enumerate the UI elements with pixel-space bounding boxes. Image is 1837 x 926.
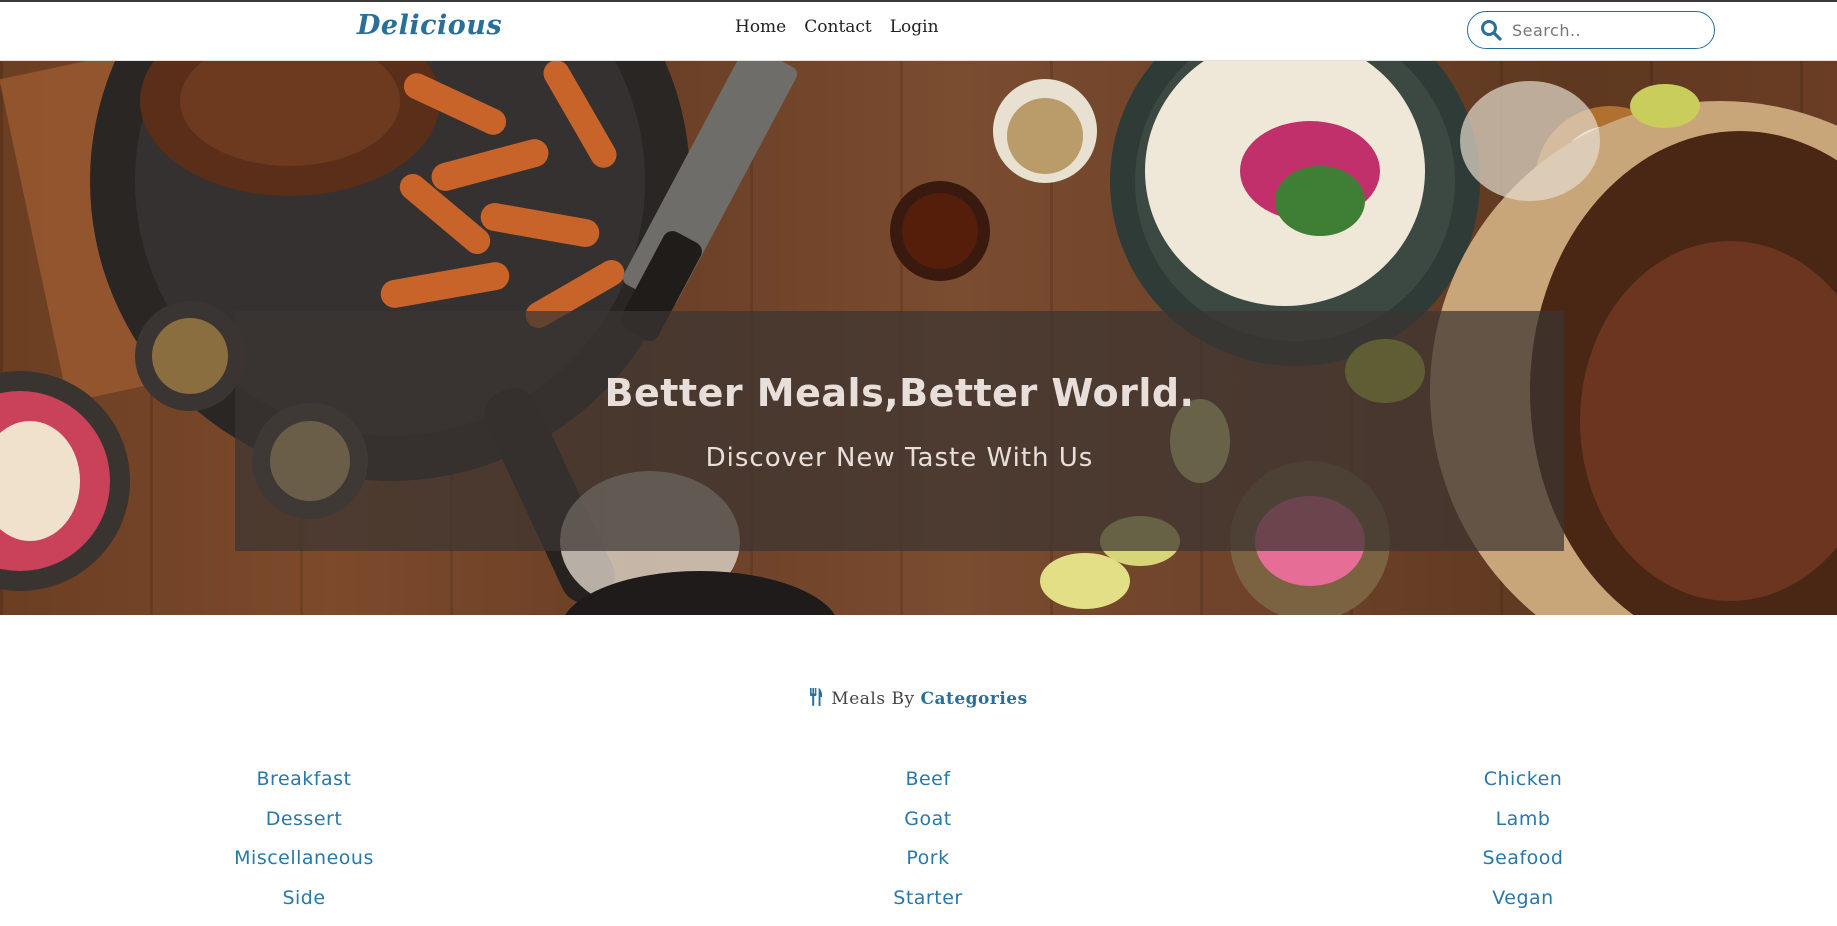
navbar: Delicious Home Contact Login — [0, 2, 1837, 61]
categories-heading-prefix: Meals By — [831, 689, 914, 709]
hero-banner: Better Meals,Better World. Discover New … — [0, 61, 1837, 615]
category-link-lamb[interactable]: Lamb — [1323, 808, 1723, 848]
cutlery-icon — [809, 688, 823, 706]
category-link-dessert[interactable]: Dessert — [104, 808, 504, 848]
category-link-goat[interactable]: Goat — [728, 808, 1128, 848]
nav-home-link[interactable]: Home — [735, 17, 786, 37]
search-box[interactable] — [1467, 11, 1715, 49]
nav-contact-link[interactable]: Contact — [804, 17, 872, 37]
brand-logo[interactable]: Delicious — [357, 10, 502, 41]
search-input[interactable] — [1510, 20, 1704, 41]
main-nav: Home Contact Login — [735, 17, 939, 37]
category-link-breakfast[interactable]: Breakfast — [104, 768, 504, 808]
nav-login-link[interactable]: Login — [890, 17, 939, 37]
categories-heading: Meals By Categories — [0, 688, 1837, 709]
category-link-miscellaneous[interactable]: Miscellaneous — [104, 847, 504, 887]
hero-subtitle: Discover New Taste With Us — [235, 443, 1564, 473]
category-link-seafood[interactable]: Seafood — [1323, 847, 1723, 887]
category-column-3: Chicken Lamb Seafood Vegan — [1323, 768, 1723, 926]
hero-overlay: Better Meals,Better World. Discover New … — [235, 311, 1564, 551]
category-column-1: Breakfast Dessert Miscellaneous Side — [104, 768, 504, 926]
search-icon[interactable] — [1480, 19, 1502, 41]
category-link-chicken[interactable]: Chicken — [1323, 768, 1723, 808]
category-link-vegan[interactable]: Vegan — [1323, 887, 1723, 926]
category-link-pork[interactable]: Pork — [728, 847, 1128, 887]
category-link-side[interactable]: Side — [104, 887, 504, 926]
category-column-2: Beef Goat Pork Starter — [728, 768, 1128, 926]
category-link-starter[interactable]: Starter — [728, 887, 1128, 926]
category-link-beef[interactable]: Beef — [728, 768, 1128, 808]
hero-title: Better Meals,Better World. — [235, 371, 1564, 415]
categories-heading-accent: Categories — [920, 689, 1027, 709]
